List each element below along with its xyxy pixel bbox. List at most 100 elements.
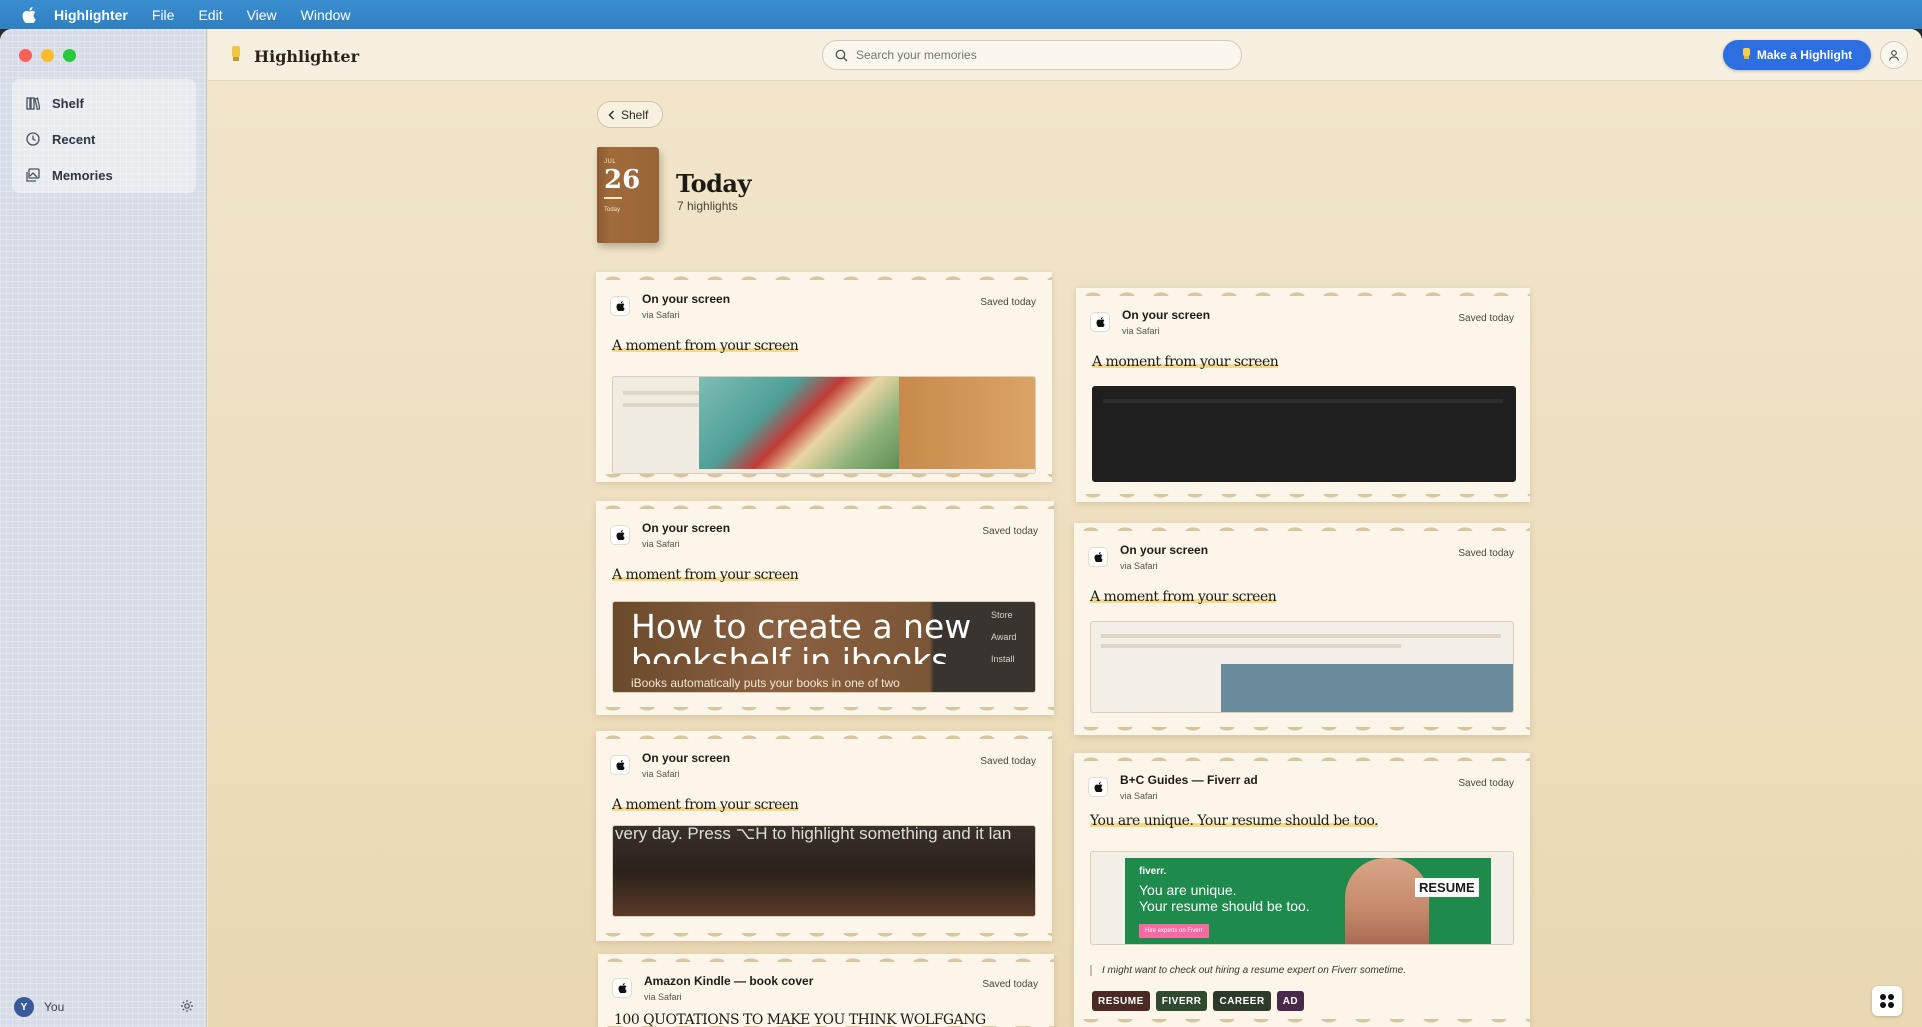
card-source: Amazon Kindle — book cover bbox=[644, 974, 814, 988]
card-saved: Saved today bbox=[980, 297, 1036, 308]
card-source: On your screen bbox=[642, 292, 731, 306]
card-title: A moment from your screen bbox=[612, 338, 799, 354]
card-saved: Saved today bbox=[980, 756, 1036, 767]
menu-window[interactable]: Window bbox=[301, 7, 351, 23]
menu-bar: Highlighter File Edit View Window bbox=[0, 0, 1922, 29]
ad-button: Hire experts on Fiverr bbox=[1139, 924, 1209, 938]
menu-app-name[interactable]: Highlighter bbox=[54, 7, 128, 23]
card-via: via Safari bbox=[642, 310, 680, 320]
make-a-highlight-button[interactable]: Make a Highlight bbox=[1723, 40, 1871, 70]
apple-icon bbox=[610, 525, 630, 545]
highlight-card[interactable]: On your screen via Safari Saved today A … bbox=[596, 272, 1052, 482]
photos-icon bbox=[26, 168, 40, 182]
brand-name: Highlighter bbox=[254, 46, 359, 66]
card-source: On your screen bbox=[642, 521, 731, 535]
search-input[interactable] bbox=[856, 48, 1216, 62]
search-icon bbox=[835, 49, 848, 61]
page-title: Today bbox=[676, 169, 751, 198]
screenshot-headline: How to create a new bookshelf in ibooks … bbox=[631, 610, 972, 664]
back-label: Shelf bbox=[621, 107, 649, 122]
app-window: Shelf Recent Memories Y You Highlighter … bbox=[0, 29, 1922, 1027]
card-via: via Safari bbox=[644, 992, 682, 1002]
calendar-day: 26 bbox=[604, 165, 641, 195]
sidebar: Shelf Recent Memories Y You bbox=[0, 29, 207, 1027]
search-bar[interactable] bbox=[822, 40, 1242, 70]
highlight-card[interactable]: On your screen via Safari Saved today A … bbox=[1074, 523, 1530, 735]
apple-icon bbox=[1088, 777, 1108, 797]
card-title: A moment from your screen bbox=[1092, 354, 1279, 370]
back-to-shelf-button[interactable]: Shelf bbox=[597, 101, 664, 128]
menu-view[interactable]: View bbox=[247, 7, 277, 23]
sidebar-item-label: Recent bbox=[52, 131, 96, 147]
account-icon[interactable] bbox=[1880, 41, 1908, 69]
highlight-count: 7 highlights bbox=[677, 199, 738, 213]
card-via: via Safari bbox=[1122, 326, 1160, 336]
card-title: A moment from your screen bbox=[612, 797, 799, 813]
books-icon bbox=[26, 97, 40, 110]
screenshot-side-label: Install bbox=[991, 654, 1015, 664]
screenshot-caption: iBooks automatically puts your books in … bbox=[631, 676, 900, 690]
sidebar-item-shelf[interactable]: Shelf bbox=[12, 85, 196, 121]
screenshot-thumbnail[interactable]: very day. Press ⌥H to highlight somethin… bbox=[612, 825, 1036, 917]
highlight-card[interactable]: On your screen via Safari Saved today A … bbox=[596, 501, 1054, 715]
card-via: via Safari bbox=[1120, 791, 1158, 801]
card-title: A moment from your screen bbox=[612, 567, 799, 583]
floating-action-icon[interactable] bbox=[1872, 986, 1902, 1016]
close-window-button[interactable] bbox=[19, 49, 32, 62]
screenshot-side-label: Award bbox=[991, 632, 1017, 642]
card-title: 100 QUOTATIONS TO MAKE YOU THINK WOLFGAN… bbox=[614, 1012, 986, 1027]
screenshot-thumbnail[interactable]: fiverr. You are unique. Your resume shou… bbox=[1090, 851, 1514, 945]
sidebar-item-memories[interactable]: Memories bbox=[12, 157, 196, 193]
minimize-window-button[interactable] bbox=[41, 49, 54, 62]
sidebar-nav: Shelf Recent Memories bbox=[12, 79, 196, 193]
card-saved: Saved today bbox=[982, 979, 1038, 990]
apple-icon bbox=[1088, 547, 1108, 567]
card-source: B+C Guides — Fiverr ad bbox=[1120, 773, 1258, 787]
window-controls bbox=[19, 49, 76, 62]
gear-icon[interactable] bbox=[180, 999, 194, 1016]
screenshot-thumbnail[interactable] bbox=[1092, 386, 1516, 482]
apple-icon[interactable] bbox=[18, 6, 40, 23]
menu-file[interactable]: File bbox=[152, 7, 175, 23]
lightbulb-icon bbox=[1742, 47, 1751, 63]
screenshot-thumbnail[interactable] bbox=[1090, 621, 1514, 713]
card-saved: Saved today bbox=[1458, 313, 1514, 324]
ad-line-1: You are unique. bbox=[1139, 882, 1237, 898]
apple-icon bbox=[610, 755, 630, 775]
ad-side-text: RESUME bbox=[1415, 878, 1479, 897]
apple-icon bbox=[1090, 312, 1110, 332]
card-source: On your screen bbox=[642, 751, 731, 765]
card-via: via Safari bbox=[1120, 561, 1158, 571]
screenshot-thumbnail[interactable]: How to create a new bookshelf in ibooks … bbox=[612, 601, 1036, 693]
apple-icon bbox=[610, 296, 630, 316]
zoom-window-button[interactable] bbox=[63, 49, 76, 62]
tag-resume[interactable]: RESUME bbox=[1092, 991, 1150, 1011]
highlight-card[interactable]: Amazon Kindle — book cover via Safari Sa… bbox=[598, 954, 1054, 1027]
date-book-cover: JUL 26 Today bbox=[597, 147, 659, 243]
card-saved: Saved today bbox=[1458, 778, 1514, 789]
ad-brand: fiverr. bbox=[1139, 866, 1167, 877]
card-source: On your screen bbox=[1122, 308, 1211, 322]
highlight-card[interactable]: On your screen via Safari Saved today A … bbox=[1076, 288, 1530, 502]
highlight-note: I might want to check out hiring a resum… bbox=[1090, 965, 1406, 976]
calendar-label: Today bbox=[604, 207, 621, 213]
apple-icon bbox=[612, 978, 632, 998]
tag-fiverr[interactable]: FIVERR bbox=[1155, 991, 1208, 1011]
screenshot-side-label: Store bbox=[991, 610, 1013, 620]
tag-ad[interactable]: AD bbox=[1276, 991, 1305, 1011]
avatar: Y bbox=[14, 997, 34, 1017]
top-bar: Highlighter Make a Highlight bbox=[208, 29, 1922, 81]
menu-edit[interactable]: Edit bbox=[198, 7, 222, 23]
user-name: You bbox=[44, 1000, 65, 1014]
card-saved: Saved today bbox=[1458, 548, 1514, 559]
sidebar-item-recent[interactable]: Recent bbox=[12, 121, 196, 157]
card-title: You are unique. Your resume should be to… bbox=[1090, 813, 1379, 829]
screenshot-thumbnail[interactable] bbox=[612, 376, 1036, 474]
user-profile[interactable]: Y You bbox=[14, 997, 194, 1017]
highlight-card[interactable]: On your screen via Safari Saved today A … bbox=[596, 731, 1052, 941]
chevron-left-icon bbox=[608, 109, 615, 120]
highlight-card[interactable]: B+C Guides — Fiverr ad via Safari Saved … bbox=[1074, 753, 1530, 1027]
card-source: On your screen bbox=[1120, 543, 1209, 557]
card-title: A moment from your screen bbox=[1090, 589, 1277, 605]
tag-career[interactable]: CAREER bbox=[1213, 991, 1271, 1011]
